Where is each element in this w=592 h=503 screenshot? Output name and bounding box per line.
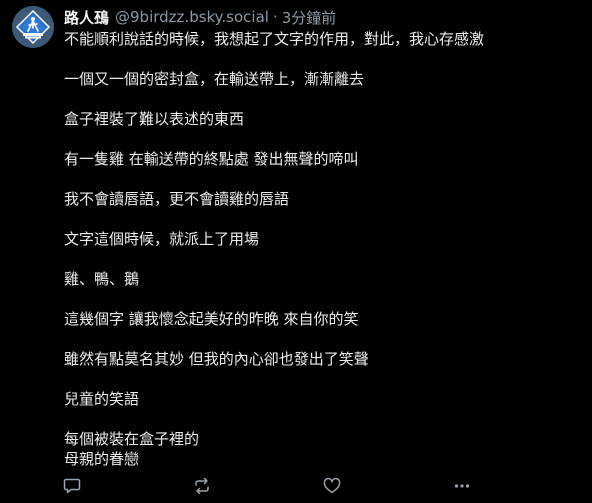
author-handle[interactable]: @9birdzz.bsky.social: [115, 8, 269, 26]
crosswalk-sign-icon: [12, 6, 54, 48]
post-paragraph: 雖然有點莫名其妙 但我的內心卻也發出了笑聲: [64, 350, 369, 368]
post-paragraph: 不能順利說話的時候，我想起了文字的作用，對此，我心存感激: [64, 30, 485, 48]
post-paragraph: 盒子裡裝了難以表述的東西: [64, 110, 245, 128]
reply-button[interactable]: [60, 474, 84, 498]
post-paragraph: 一個又一個的密封盒，在輸送帶上，漸漸離去: [64, 70, 365, 88]
post-paragraph: 有一隻雞 在輸送帶的終點處 發出無聲的啼叫: [64, 150, 359, 168]
post-paragraph: 這幾個字 讓我懷念起美好的昨晚 來自你的笑: [64, 310, 359, 328]
more-button[interactable]: [450, 474, 474, 498]
header-separator: ·: [272, 8, 278, 26]
heart-icon: [323, 477, 341, 494]
post-paragraph: 每個被裝在盒子裡的: [64, 430, 200, 448]
post-actions: [0, 474, 592, 498]
post-paragraph: 兒童的笑語: [64, 390, 140, 408]
repost-icon: [195, 477, 209, 495]
post: 路人䲹 @9birdzz.bsky.social · 3分鐘前 不能順利說話的時…: [0, 0, 592, 503]
more-icon: [454, 484, 470, 488]
post-header: 路人䲹 @9birdzz.bsky.social · 3分鐘前: [64, 7, 336, 27]
post-body: 不能順利說話的時候，我想起了文字的作用，對此，我心存感激 一個又一個的密封盒，在…: [64, 29, 574, 469]
post-timestamp[interactable]: 3分鐘前: [282, 7, 337, 28]
post-paragraph: 我不會讀唇語，更不會讀雞的唇語: [64, 190, 290, 208]
author-display-name[interactable]: 路人䲹: [64, 7, 109, 28]
post-paragraph: 雞、鴨、鵝: [64, 270, 140, 288]
repost-button[interactable]: [190, 474, 214, 498]
reply-icon: [63, 478, 81, 494]
post-paragraph: 母親的眷戀: [64, 450, 140, 468]
post-paragraph: 文字這個時候，就派上了用場: [64, 230, 260, 248]
like-button[interactable]: [320, 474, 344, 498]
avatar[interactable]: [12, 6, 54, 48]
